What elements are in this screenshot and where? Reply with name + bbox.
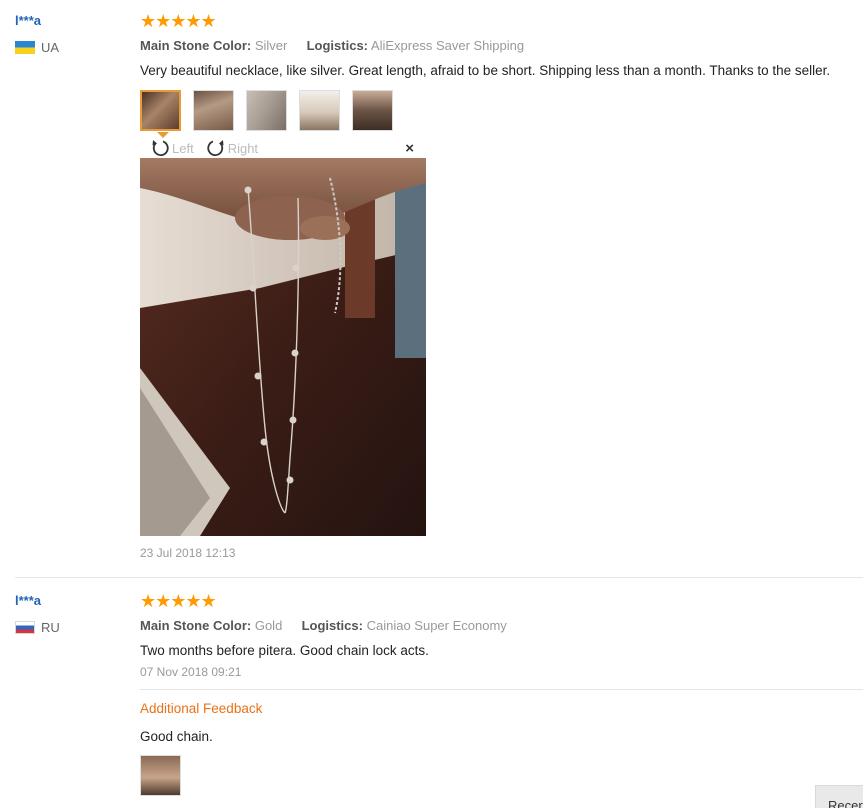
logistics-label: Logistics: [306,38,369,53]
additional-photo-thumbnail[interactable] [140,755,181,796]
reviewer-name[interactable]: l***a [15,593,60,608]
reviewer-country: UA [15,40,59,55]
necklace-photo-image [140,158,426,536]
rotate-left-button[interactable]: Left [150,138,194,158]
stone-color-label: Main Stone Color: [140,38,252,53]
logistics-label: Logistics: [301,618,363,633]
reviewer-info: l***a UA [15,13,59,55]
ukraine-flag-icon [15,41,35,54]
rotate-right-label: Right [227,140,259,156]
review-text: Two months before pitera. Good chain loc… [140,643,429,658]
photo-thumbnail-5[interactable] [352,90,393,131]
photo-thumbnail-4[interactable] [299,90,340,131]
recent-button[interactable]: Recer [815,785,863,808]
photo-thumbnail-1[interactable] [140,90,181,138]
star-rating: ★★★★★ [140,591,217,611]
russia-flag-icon [15,621,35,634]
review-attributes: Main Stone Color: Gold Logistics: Cainia… [140,617,863,635]
rotate-right-icon [207,140,224,157]
review-photo-large [140,158,426,536]
logistics-value: AliExpress Saver Shipping [370,38,525,53]
review-photo-thumbnails [140,90,863,138]
rotate-right-button[interactable]: Right [206,138,258,158]
review-content: ★★★★★ Main Stone Color: Silver Logistics… [140,11,863,138]
stone-color-label: Main Stone Color: [140,618,252,633]
additional-feedback-divider [140,689,863,690]
photo-thumbnail-2[interactable] [193,90,234,131]
review-date: 07 Nov 2018 09:21 [140,665,242,679]
country-code: RU [41,620,60,635]
stone-color-value: Gold [254,618,283,633]
rotate-left-label: Left [172,140,194,156]
close-viewer-button[interactable]: × [405,140,414,157]
review-divider [15,577,863,578]
additional-feedback-text: Good chain. [140,729,213,744]
review-date: 23 Jul 2018 12:13 [140,546,236,560]
review-text: Very beautiful necklace, like silver. Gr… [140,63,831,78]
review-content: ★★★★★ Main Stone Color: Gold Logistics: … [140,592,863,679]
reviewer-info: l***a RU [15,593,60,635]
additional-feedback-heading: Additional Feedback [140,701,263,716]
reviewer-name[interactable]: l***a [15,13,59,28]
star-rating: ★★★★★ [140,11,217,31]
photo-viewer: Left Right × [140,138,426,536]
photo-viewer-toolbar: Left Right × [140,138,426,158]
stone-color-value: Silver [254,38,288,53]
logistics-value: Cainiao Super Economy [366,618,507,633]
photo-thumbnail-3[interactable] [246,90,287,131]
reviewer-country: RU [15,620,60,635]
rotate-left-icon [152,140,169,157]
review-attributes: Main Stone Color: Silver Logistics: AliE… [140,37,863,55]
country-code: UA [41,40,60,55]
